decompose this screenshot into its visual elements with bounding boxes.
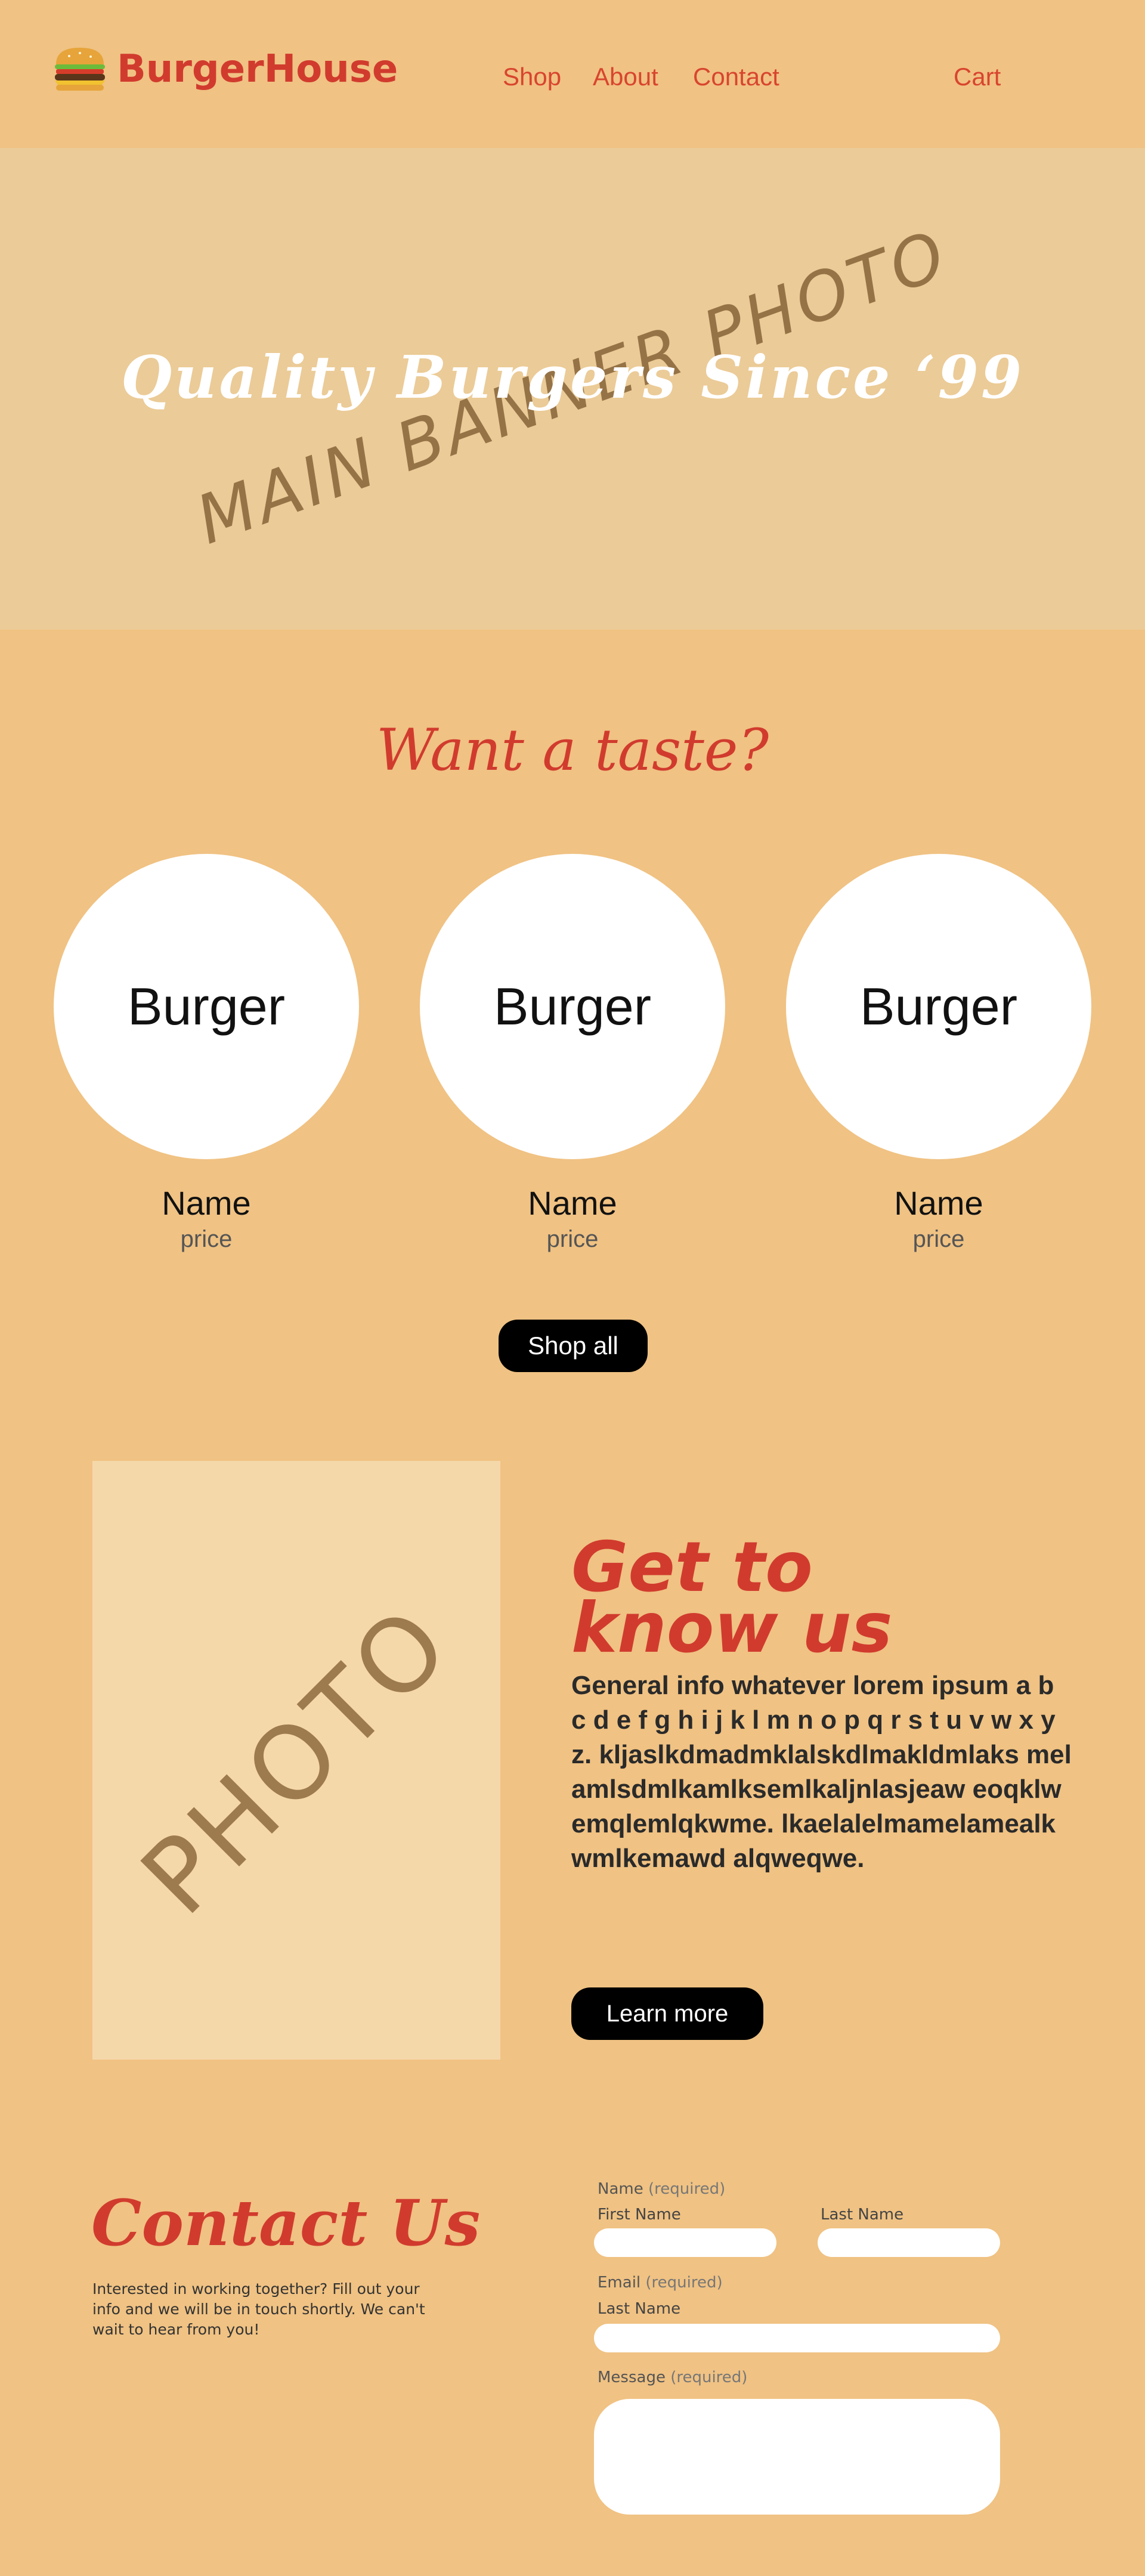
first-name-input[interactable] xyxy=(594,2228,776,2257)
first-name-label: First Name xyxy=(598,2206,681,2224)
email-field-label: Email (required) xyxy=(598,2275,723,2290)
nav-cart[interactable]: Cart xyxy=(954,64,1001,89)
product-image-label: Burger xyxy=(127,977,286,1036)
hero-title: Quality Burgers Since ‘99 xyxy=(120,343,1025,412)
required-indicator: (required) xyxy=(645,2274,723,2292)
email-sub-label: Last Name xyxy=(598,2300,681,2318)
about-photo-placeholder: PHOTO xyxy=(92,1461,500,2060)
message-field-label: Message (required) xyxy=(598,2370,747,2385)
product-price: price xyxy=(180,1226,233,1252)
about-body-text: General info whatever lorem ipsum a b c … xyxy=(571,1671,1072,1873)
product-price: price xyxy=(912,1226,965,1252)
product-name[interactable]: Name xyxy=(786,1187,1091,1220)
email-input[interactable] xyxy=(594,2324,1000,2352)
required-indicator: (required) xyxy=(670,2368,748,2386)
product-image[interactable]: Burger xyxy=(786,854,1091,1159)
last-name-label: Last Name xyxy=(821,2206,904,2224)
product-name[interactable]: Name xyxy=(54,1187,359,1220)
required-indicator: (required) xyxy=(648,2180,726,2198)
product-image[interactable]: Burger xyxy=(54,854,359,1159)
name-field-label: Name (required) xyxy=(598,2181,725,2197)
message-label-text: Message xyxy=(598,2368,666,2386)
name-label-text: Name xyxy=(598,2180,643,2198)
contact-description: Interested in working together? Fill out… xyxy=(92,2280,425,2338)
nav-contact[interactable]: Contact xyxy=(693,64,779,89)
last-name-input[interactable] xyxy=(818,2228,1000,2257)
contact-heading: Contact Us xyxy=(91,2185,481,2260)
product-image-label: Burger xyxy=(493,977,652,1036)
taste-heading: Want a taste? xyxy=(376,717,769,784)
nav-shop[interactable]: Shop xyxy=(503,64,561,89)
product-name[interactable]: Name xyxy=(420,1187,725,1220)
email-label-text: Email xyxy=(598,2274,641,2292)
nav-about[interactable]: About xyxy=(593,64,658,89)
product-image[interactable]: Burger xyxy=(420,854,725,1159)
burger-icon xyxy=(54,47,106,92)
shop-all-button[interactable]: Shop all xyxy=(499,1320,648,1372)
product-image-label: Burger xyxy=(859,977,1018,1036)
learn-more-button[interactable]: Learn more xyxy=(571,1987,763,2040)
brand-logo[interactable]: BurgerHouse xyxy=(117,50,398,88)
product-price: price xyxy=(546,1226,599,1252)
photo-placeholder-label: PHOTO xyxy=(119,1583,474,1937)
message-textarea[interactable] xyxy=(594,2399,1000,2515)
about-heading: Get to know us xyxy=(571,1527,893,1669)
